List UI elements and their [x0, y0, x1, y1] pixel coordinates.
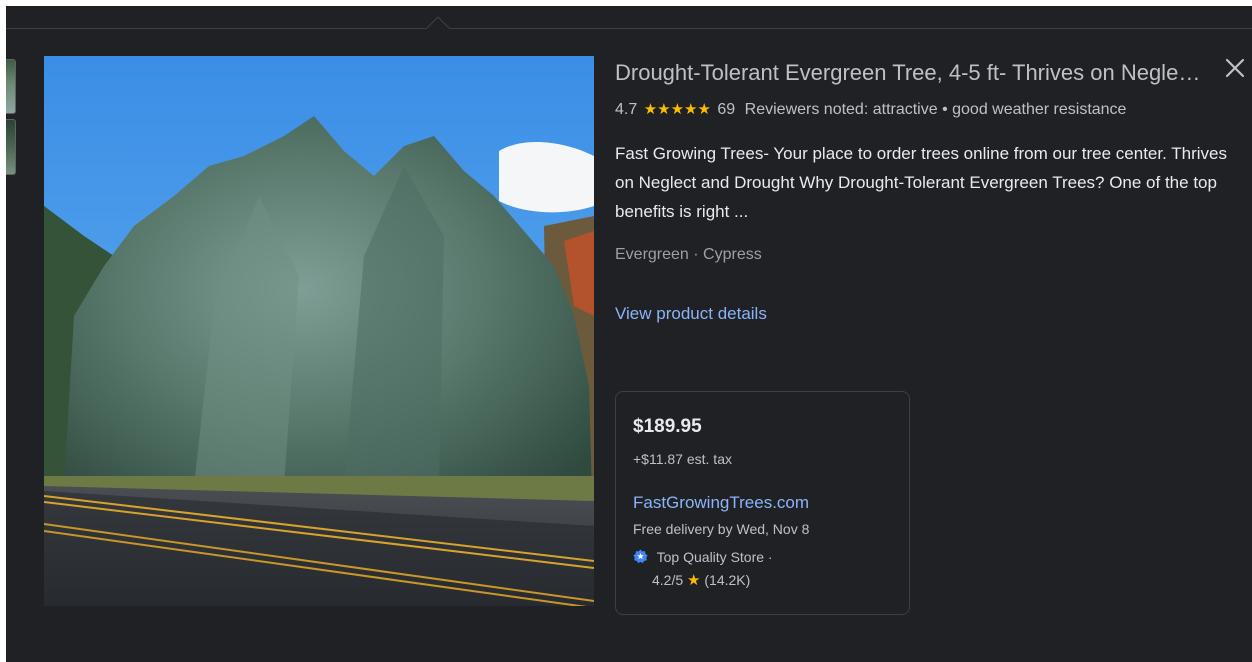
close-icon[interactable] [1224, 57, 1246, 79]
store-rating: 4.2/5 ★ (14.2K) [652, 571, 750, 589]
pointer-caret-icon [426, 16, 450, 29]
star-rating-icon: ★★★★★ [643, 101, 711, 118]
thumbnail-2[interactable] [6, 119, 16, 175]
store-badge-row: Top Quality Store · [633, 549, 773, 565]
est-tax: +$11.87 est. tax [633, 451, 732, 467]
review-count[interactable]: 69 [717, 101, 735, 118]
product-preview-panel: Drought-Tolerant Evergreen Tree, 4-5 ft-… [6, 6, 1252, 662]
thumbnail-1[interactable] [6, 59, 16, 114]
delivery-info: Free delivery by Wed, Nov 8 [633, 521, 810, 537]
rating-value: 4.7 [615, 101, 638, 118]
offer-card[interactable]: $189.95 +$11.87 est. tax FastGrowingTree… [615, 391, 910, 615]
product-description: Fast Growing Trees- Your place to order … [615, 144, 1227, 221]
product-info: Drought-Tolerant Evergreen Tree, 4-5 ft-… [615, 58, 1245, 325]
view-product-details-link[interactable]: View product details [615, 303, 767, 325]
product-image[interactable] [44, 56, 594, 606]
seller-link[interactable]: FastGrowingTrees.com [633, 493, 809, 513]
store-badge-label: Top Quality Store · [656, 549, 773, 565]
reviewers-noted: Reviewers noted: attractive • good weath… [744, 101, 1127, 118]
store-review-count: (14.2K) [704, 572, 751, 588]
rating-row: 4.7 ★★★★★ 69 Reviewers noted: attractive… [615, 99, 1227, 121]
store-rating-value: 4.2/5 [652, 572, 684, 588]
product-title[interactable]: Drought-Tolerant Evergreen Tree, 4-5 ft-… [615, 58, 1205, 88]
product-tags: Evergreen · Cypress [615, 246, 762, 263]
price: $189.95 [633, 416, 702, 437]
panel-divider [6, 28, 1252, 29]
star-icon: ★ [687, 572, 701, 589]
evergreen-tree-photo [44, 56, 594, 606]
top-quality-badge-icon [633, 549, 648, 564]
